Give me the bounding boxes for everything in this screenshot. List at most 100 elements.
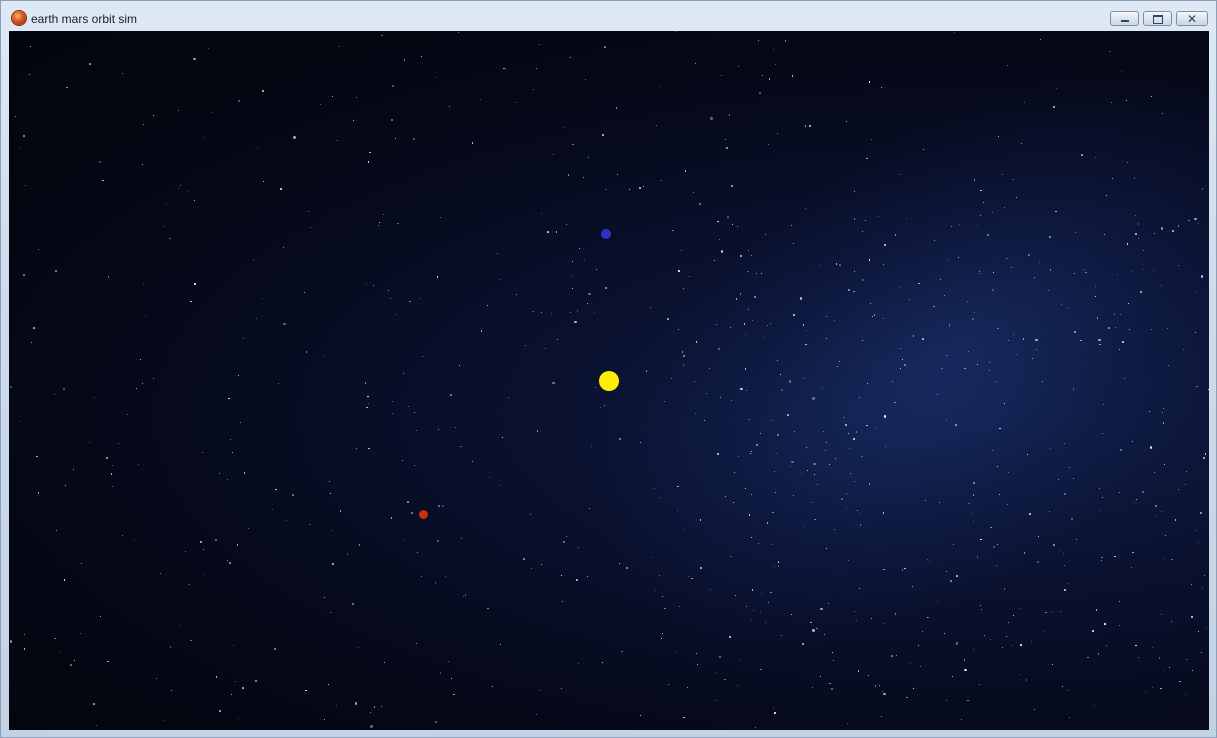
- star: [918, 645, 920, 647]
- star: [230, 438, 232, 440]
- star: [618, 437, 621, 441]
- close-button[interactable]: ✕: [1176, 11, 1208, 26]
- star: [853, 218, 856, 220]
- maximize-button[interactable]: [1143, 11, 1172, 26]
- star: [1074, 331, 1076, 333]
- star: [64, 485, 66, 486]
- star: [1045, 611, 1047, 614]
- star: [471, 142, 474, 144]
- star: [750, 254, 752, 256]
- star: [699, 566, 702, 569]
- star: [165, 203, 167, 205]
- star: [808, 125, 812, 128]
- star: [853, 438, 855, 440]
- star: [835, 263, 838, 265]
- star: [450, 677, 452, 679]
- star: [263, 181, 265, 183]
- star: [304, 291, 306, 293]
- star: [23, 648, 26, 650]
- star: [812, 629, 815, 632]
- star: [727, 216, 729, 218]
- star: [152, 377, 155, 380]
- star: [1031, 357, 1033, 359]
- star: [767, 143, 770, 146]
- star: [327, 683, 329, 685]
- star: [574, 320, 577, 323]
- star: [593, 311, 595, 313]
- star: [283, 247, 285, 249]
- star: [643, 185, 645, 187]
- simulation-canvas[interactable]: [9, 31, 1209, 730]
- star: [1149, 446, 1153, 449]
- star: [257, 148, 259, 150]
- star: [54, 637, 56, 640]
- star: [1033, 276, 1035, 278]
- star: [20, 420, 22, 422]
- star: [793, 430, 795, 432]
- star: [414, 412, 416, 414]
- star: [615, 107, 618, 109]
- star: [793, 314, 795, 316]
- star: [987, 234, 989, 236]
- star: [774, 712, 776, 714]
- star: [784, 40, 787, 42]
- star: [737, 66, 739, 68]
- star: [846, 722, 849, 725]
- star: [285, 519, 288, 522]
- star: [719, 239, 721, 241]
- star: [804, 526, 805, 527]
- star: [757, 543, 759, 544]
- star: [24, 633, 26, 635]
- star: [54, 269, 57, 273]
- star: [169, 646, 172, 648]
- star: [416, 552, 418, 553]
- star: [1160, 687, 1162, 690]
- star: [274, 648, 276, 650]
- star: [879, 684, 881, 686]
- star: [1064, 589, 1066, 591]
- star: [63, 579, 66, 581]
- star: [715, 671, 717, 673]
- star: [439, 672, 442, 674]
- star: [33, 327, 35, 329]
- star: [10, 386, 12, 388]
- star: [169, 237, 171, 240]
- star: [694, 412, 696, 414]
- star: [117, 443, 119, 445]
- star: [1061, 303, 1063, 305]
- star: [434, 77, 436, 79]
- star: [541, 311, 542, 313]
- star: [602, 134, 604, 136]
- title-bar[interactable]: earth mars orbit sim ✕: [1, 1, 1216, 31]
- star: [255, 680, 257, 682]
- star: [582, 177, 584, 179]
- mars-planet-icon[interactable]: [12, 11, 26, 25]
- star: [227, 478, 228, 480]
- star: [133, 539, 135, 541]
- star: [202, 573, 205, 576]
- star: [262, 90, 264, 92]
- star: [1025, 679, 1028, 681]
- star: [1152, 270, 1154, 272]
- star: [292, 494, 294, 496]
- star: [242, 687, 244, 689]
- star: [1114, 555, 1116, 558]
- star: [323, 718, 325, 720]
- star: [655, 124, 658, 127]
- star: [586, 303, 588, 305]
- star: [1152, 686, 1154, 688]
- star: [896, 655, 898, 657]
- star: [660, 637, 663, 640]
- star: [1050, 610, 1052, 612]
- minimize-button[interactable]: [1110, 11, 1139, 26]
- minimize-icon: [1121, 20, 1129, 22]
- star: [544, 347, 547, 350]
- star: [323, 597, 325, 599]
- star: [235, 681, 236, 683]
- star: [748, 418, 750, 420]
- star: [737, 456, 739, 457]
- star: [1160, 511, 1162, 513]
- star: [910, 663, 911, 665]
- star: [724, 496, 726, 498]
- star: [857, 670, 860, 672]
